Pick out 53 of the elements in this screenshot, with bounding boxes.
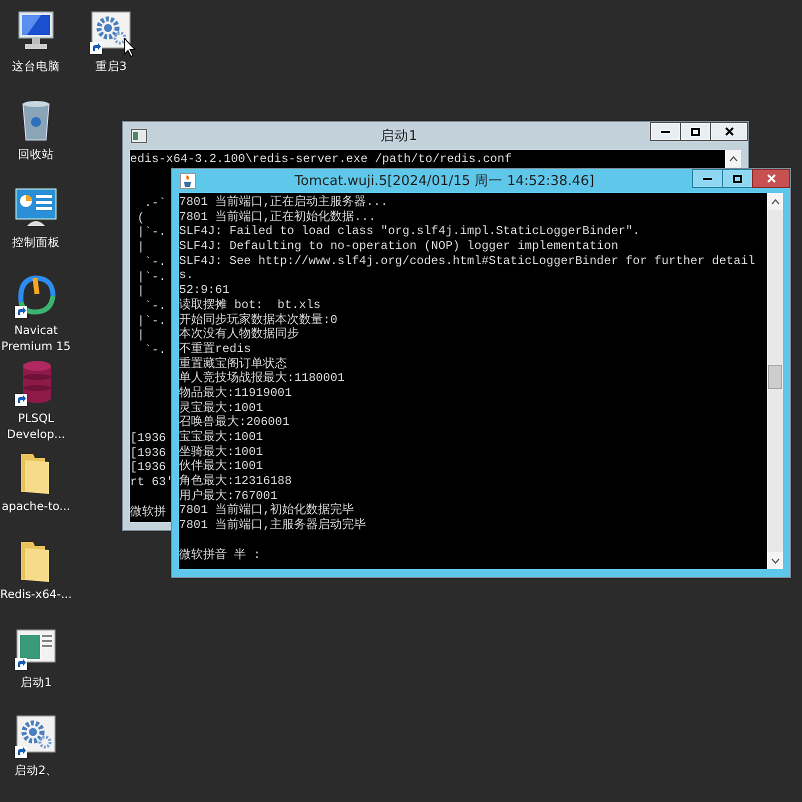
console-line: .-` bbox=[143, 196, 166, 211]
console-line: `-. bbox=[143, 342, 166, 358]
window-title: 启动1 bbox=[380, 126, 418, 146]
console-line: 单人竞技场战报最大:1180001 bbox=[179, 371, 345, 386]
console-line: [1936 bbox=[130, 460, 166, 476]
console-line: 7801 当前端口,正在启动主服务器... bbox=[179, 195, 388, 210]
console-line: 7801 当前端口,初始化数据完毕 bbox=[179, 503, 354, 518]
console-line: edis-x64-3.2.100\redis-server.exe /path/to/redis.conf bbox=[130, 152, 512, 167]
console-line: |`-. bbox=[136, 314, 166, 328]
console-line: SLF4J: Defaulting to no-operation (NOP) logger implementation bbox=[179, 239, 618, 254]
icon-label: 启动2、 bbox=[13, 762, 59, 778]
console-line: 物品最大:11919001 bbox=[179, 386, 292, 400]
console-line: 宝宝最大:1001 bbox=[179, 430, 264, 445]
console-line: 角色最大:12316188 bbox=[179, 474, 292, 489]
console-line: rt 63' bbox=[130, 475, 174, 490]
console-line: 重置藏宝阁订单状态 bbox=[179, 356, 287, 371]
icon-label: Redis-x64-... bbox=[0, 586, 72, 602]
console-line: 7801 当前端口,正在初始化数据... bbox=[179, 210, 376, 224]
console-line: 灵宝最大:1001 bbox=[179, 400, 264, 415]
console-line: 不重置redis bbox=[179, 342, 252, 356]
icon-label: apache-to... bbox=[0, 498, 72, 514]
console-line: | bbox=[136, 284, 144, 299]
console-line: 召唤兽最大:206001 bbox=[179, 415, 290, 430]
console-line: ( bbox=[136, 210, 144, 226]
console-line: [1936 bbox=[130, 446, 166, 460]
console-line: 微软拼音 半 : bbox=[179, 548, 261, 562]
console-line: SLF4J: See http://www.slf4j.org/codes.html#StaticLoggerBinder for further detail bbox=[179, 254, 756, 268]
icon-label: 重启3 bbox=[94, 58, 128, 74]
console-line: 用户最大:767001 bbox=[179, 488, 278, 503]
window-title: Tomcat.wuji.5[2024/01/15 周一 14:52:38.46] bbox=[294, 172, 596, 191]
console-line: 坐骑最大:1001 bbox=[179, 444, 264, 459]
console-line: 开始同步玩家数据本次数量:0 bbox=[179, 312, 338, 327]
console-line: [1936 bbox=[130, 431, 166, 446]
console-line: 52:9:61 bbox=[179, 283, 230, 298]
icon-label: 控制面板 bbox=[11, 234, 61, 250]
console-line: | bbox=[136, 240, 144, 255]
console-line: s. bbox=[179, 268, 194, 284]
console-line: |`-. bbox=[136, 225, 166, 240]
icon-label: 这台电脑 bbox=[11, 58, 61, 74]
icon-label: PLSQL Develop... bbox=[6, 410, 66, 442]
console-line: `-. bbox=[143, 298, 166, 314]
console-line: |`-. bbox=[136, 270, 166, 284]
console-line: 读取摆摊 bot: bt.xls bbox=[179, 298, 321, 312]
console-line: SLF4J: Failed to load class "org.slf4j.impl.StaticLoggerBinder". bbox=[179, 224, 640, 240]
icon-label: 启动1 bbox=[19, 674, 53, 690]
console-line: 伙伴最大:1001 bbox=[179, 459, 264, 474]
console-line: 本次没有人物数据同步 bbox=[179, 327, 299, 342]
console-line: | bbox=[136, 328, 144, 343]
console-line: `-. bbox=[143, 254, 166, 270]
console-line: 微软拼 bbox=[130, 504, 166, 520]
icon-label: 回收站 bbox=[17, 146, 55, 162]
console-line: 7801 当前端口,主服务器启动完毕 bbox=[179, 518, 366, 533]
icon-label: Navicat Premium 15 bbox=[0, 322, 72, 354]
